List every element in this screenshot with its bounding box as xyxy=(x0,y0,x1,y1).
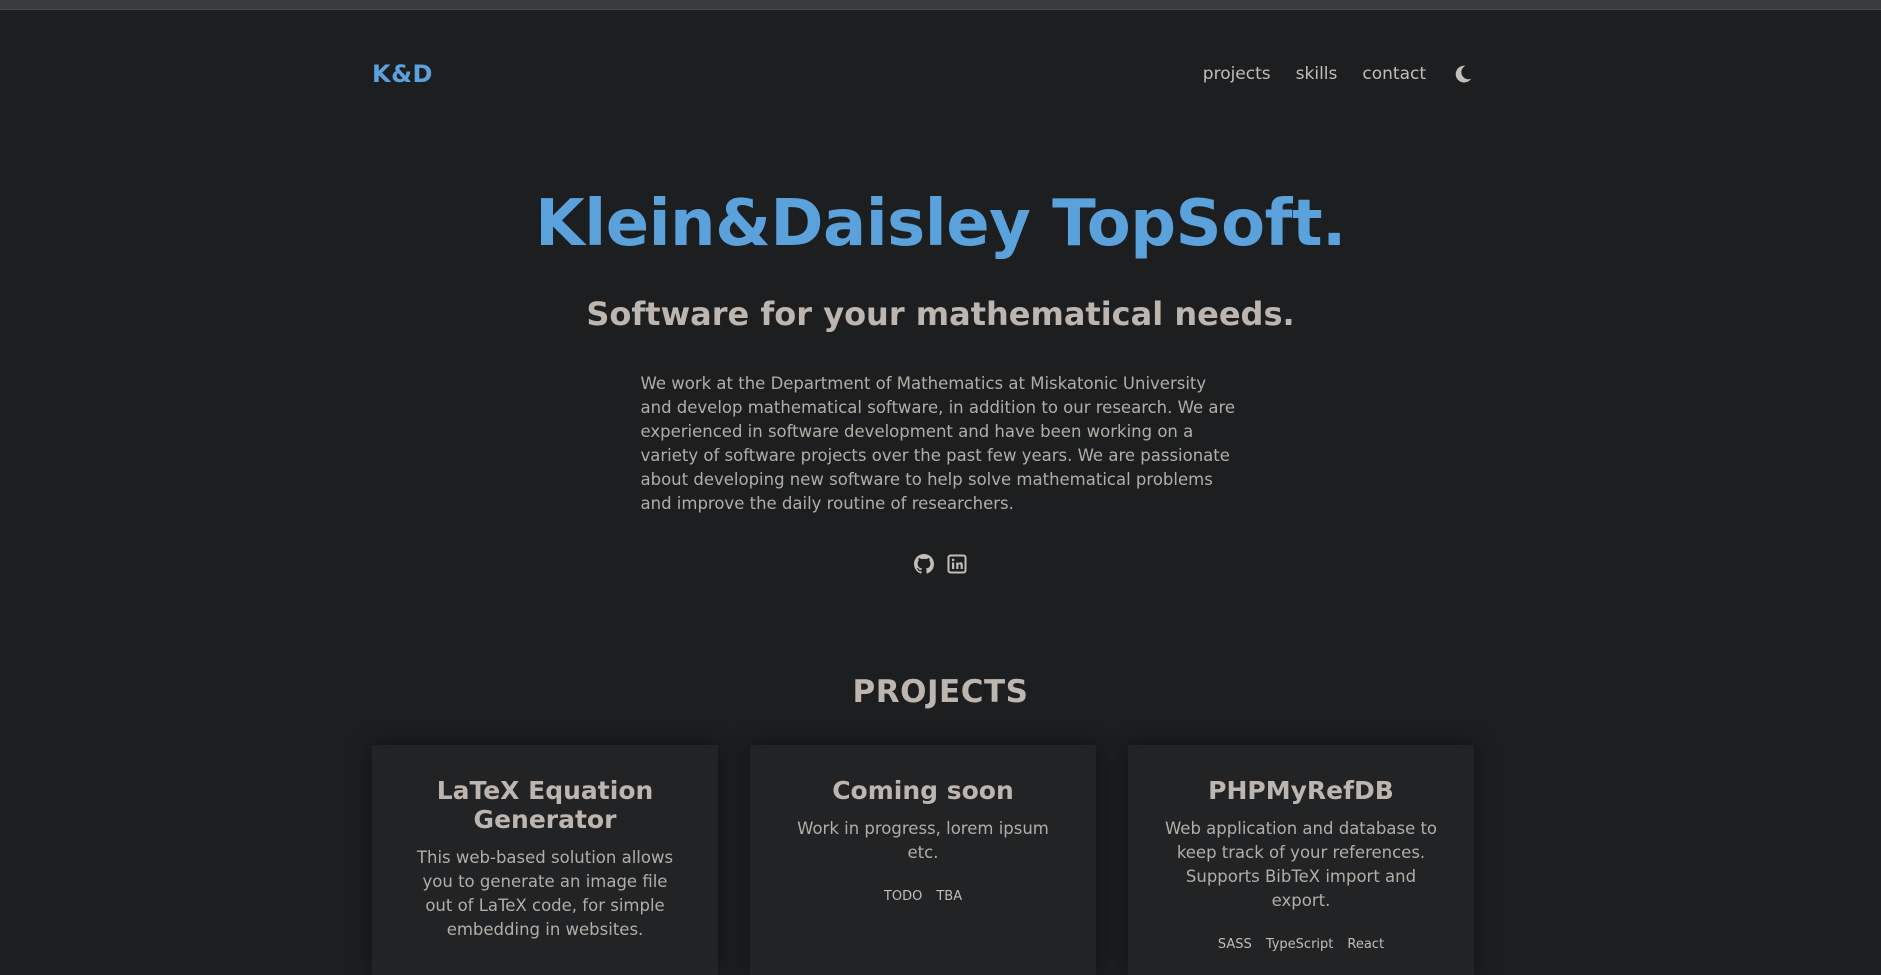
project-card-description: Work in progress, lorem ipsum etc. xyxy=(797,819,1049,862)
nav-link-projects[interactable]: projects xyxy=(1203,64,1271,84)
github-link[interactable] xyxy=(913,553,935,575)
moon-icon xyxy=(1455,65,1472,83)
project-card-title: Coming soon xyxy=(832,776,1014,805)
project-card[interactable]: LaTeX Equation Generator This web-based … xyxy=(372,745,718,975)
logo-link[interactable]: K&D xyxy=(372,60,433,88)
main-nav: projects skills contact xyxy=(1178,63,1474,85)
project-card-description: Web application and database to keep tra… xyxy=(1164,819,1438,910)
project-cards: LaTeX Equation Generator This web-based … xyxy=(372,745,1474,975)
hero-section: Klein&Daisley TopSoft. Software for your… xyxy=(0,186,1881,575)
nav-link-skills[interactable]: skills xyxy=(1296,64,1338,84)
hero-subtitle: Software for your mathematical needs. xyxy=(586,295,1295,333)
project-card[interactable]: Coming soon Work in progress, lorem ipsu… xyxy=(750,745,1096,975)
theme-toggle-button[interactable] xyxy=(1452,63,1474,85)
project-card-tags: TODO TBA xyxy=(786,889,1060,904)
site-header: K&D projects skills contact xyxy=(372,56,1474,92)
tag: TypeScript xyxy=(1265,937,1334,952)
tag: React xyxy=(1347,937,1385,952)
linkedin-link[interactable] xyxy=(946,553,968,575)
tag: TODO xyxy=(883,889,923,904)
project-card-description: This web-based solution allows you to ge… xyxy=(416,848,674,939)
github-icon xyxy=(914,554,934,574)
social-links xyxy=(0,553,1881,575)
projects-heading: PROJECTS xyxy=(852,674,1029,710)
browser-top-strip xyxy=(0,0,1881,10)
project-card-tags: SASS TypeScript React xyxy=(1164,937,1438,952)
nav-link-contact[interactable]: contact xyxy=(1362,64,1426,84)
project-card-title: PHPMyRefDB xyxy=(1208,776,1394,805)
hero-description: We work at the Department of Mathematics… xyxy=(640,374,1236,513)
tag: SASS xyxy=(1217,937,1252,952)
hero-title: Klein&Daisley TopSoft. xyxy=(535,187,1346,261)
project-card[interactable]: PHPMyRefDB Web application and database … xyxy=(1128,745,1474,975)
project-card-title: LaTeX Equation Generator xyxy=(436,776,654,834)
linkedin-icon xyxy=(947,554,967,574)
tag: TBA xyxy=(936,889,963,904)
